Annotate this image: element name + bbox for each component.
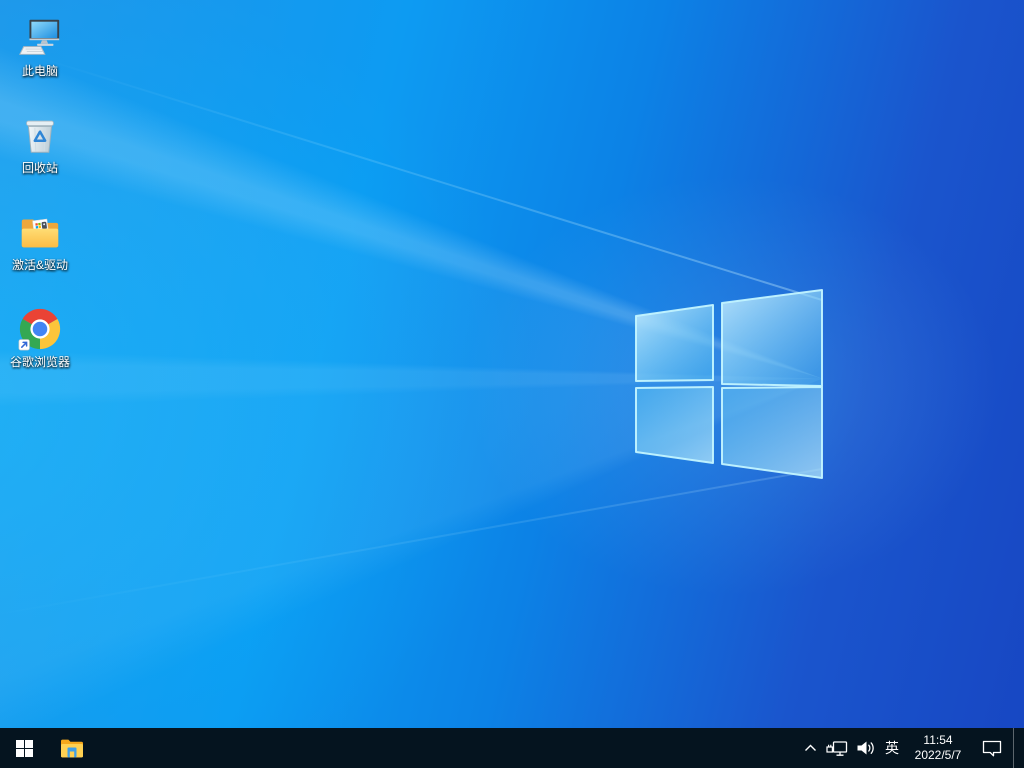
ime-indicator[interactable]: 英: [879, 728, 905, 768]
this-pc-icon: [16, 14, 64, 62]
file-explorer-button[interactable]: [48, 728, 96, 768]
windows-logo: [635, 289, 823, 479]
chrome-icon: [16, 305, 64, 353]
screen: 此电脑 回收站 激活&驱动 谷歌浏览器 英 11:54 2022/5/7: [0, 0, 1024, 768]
desktop-icon-label: 谷歌浏览器: [9, 355, 70, 369]
network-ethernet-icon: [826, 740, 848, 756]
taskbar-empty-area[interactable]: [96, 728, 798, 768]
taskbar-clock[interactable]: 11:54 2022/5/7: [905, 728, 971, 768]
chevron-up-icon: [804, 744, 816, 751]
clock-date: 2022/5/7: [914, 748, 962, 762]
taskbar: 英 11:54 2022/5/7: [0, 728, 1024, 768]
desktop-icon-google-chrome[interactable]: 谷歌浏览器: [2, 299, 78, 396]
desktop-icon-recycle-bin[interactable]: 回收站: [2, 105, 78, 202]
desktop-icon-grid: 此电脑 回收站 激活&驱动 谷歌浏览器: [2, 8, 78, 396]
desktop-surface[interactable]: [0, 0, 1024, 728]
network-button[interactable]: [822, 728, 852, 768]
action-center-button[interactable]: [971, 728, 1013, 768]
action-center-icon: [982, 740, 1002, 756]
desktop-icon-activation-drivers[interactable]: 激活&驱动: [2, 202, 78, 299]
system-tray: 英 11:54 2022/5/7: [798, 728, 1024, 768]
desktop-icon-label: 激活&驱动: [11, 258, 68, 272]
folder-icon: [16, 208, 64, 256]
hidden-icons-button[interactable]: [798, 728, 822, 768]
desktop-icon-label: 此电脑: [21, 64, 58, 78]
clock-time: 11:54: [923, 733, 953, 747]
file-explorer-icon: [61, 739, 83, 758]
volume-button[interactable]: [852, 728, 879, 768]
show-desktop-button[interactable]: [1013, 728, 1024, 768]
speaker-icon: [857, 741, 874, 755]
start-button[interactable]: [0, 728, 48, 768]
recycle-bin-icon: [16, 111, 64, 159]
windows-logo-icon: [15, 739, 33, 757]
desktop-icon-this-pc[interactable]: 此电脑: [2, 8, 78, 105]
desktop-icon-label: 回收站: [21, 161, 58, 175]
light-ray: [28, 53, 823, 301]
light-ray: [0, 468, 823, 618]
